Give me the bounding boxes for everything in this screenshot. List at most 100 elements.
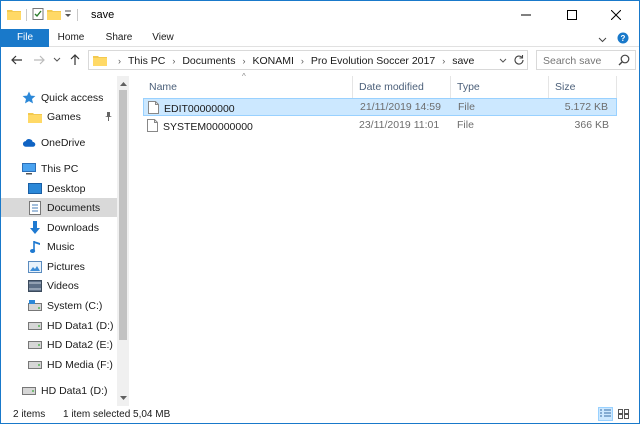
toolbar-separator (26, 9, 27, 21)
star-icon (22, 91, 36, 105)
chevron-right-icon[interactable]: › (242, 56, 245, 66)
back-button[interactable] (9, 52, 25, 68)
nav-item-hd-data1-d[interactable]: HD Data1 (D:) (1, 316, 117, 335)
nav-label: Downloads (47, 221, 99, 234)
properties-icon[interactable] (32, 7, 44, 23)
up-button[interactable] (67, 52, 83, 68)
recent-locations-button[interactable] (49, 52, 65, 68)
nav-label: OneDrive (41, 136, 86, 149)
column-type[interactable]: Type (451, 76, 549, 98)
customize-dropdown-icon[interactable] (64, 9, 72, 22)
minimize-button[interactable] (503, 1, 549, 29)
tab-view[interactable]: View (145, 29, 181, 47)
file-name-cell: EDIT00000000 (148, 101, 235, 117)
toolbar-separator (77, 9, 78, 21)
nav-label: Documents (47, 201, 101, 214)
nav-label: HD Media (F:) (47, 358, 113, 371)
forward-button[interactable] (31, 52, 47, 68)
nav-item-quick-access[interactable]: Quick access (1, 88, 117, 107)
file-icon (148, 101, 159, 117)
desktop-icon (28, 182, 42, 196)
nav-item-hd-data2-e[interactable]: HD Data2 (E:) (1, 335, 117, 354)
nav-item-videos[interactable]: Videos (1, 276, 117, 295)
large-icons-view-button[interactable] (616, 407, 631, 421)
nav-item-documents[interactable]: Documents (1, 198, 117, 217)
tab-home[interactable]: Home (51, 29, 91, 47)
column-date-modified[interactable]: Date modified (353, 76, 451, 98)
nav-label: HD Data1 (D:) (41, 384, 108, 397)
folder-icon (7, 8, 21, 23)
breadcrumb-this-pc[interactable]: This PC (128, 55, 165, 67)
nav-label: Quick access (41, 91, 104, 104)
scrollbar-thumb[interactable] (119, 90, 127, 340)
title-bar: save (1, 1, 639, 29)
drive-icon (28, 319, 42, 333)
folder-icon (28, 110, 42, 124)
nav-item-desktop[interactable]: Desktop (1, 179, 117, 198)
search-box[interactable] (536, 50, 636, 70)
new-folder-icon[interactable] (47, 8, 61, 23)
nav-item-downloads[interactable]: Downloads (1, 218, 117, 237)
breadcrumb-pes-2017[interactable]: Pro Evolution Soccer 2017 (311, 55, 435, 67)
folder-icon (93, 54, 107, 69)
scroll-up-icon[interactable] (119, 78, 127, 88)
expand-ribbon-icon[interactable] (598, 34, 607, 46)
chevron-right-icon[interactable]: › (172, 56, 175, 66)
refresh-icon[interactable] (513, 53, 525, 70)
column-name[interactable]: Name (143, 76, 353, 98)
close-button[interactable] (593, 1, 639, 29)
file-list: ^ Name Date modified Type Size EDIT00000… (137, 72, 637, 406)
breadcrumb-documents[interactable]: Documents (182, 55, 235, 67)
nav-label: System (C:) (47, 299, 103, 312)
tab-file[interactable]: File (1, 29, 49, 47)
nav-label: Pictures (47, 260, 85, 273)
pin-icon (104, 111, 113, 124)
nav-scrollbar[interactable] (117, 76, 129, 406)
nav-item-system-c[interactable]: System (C:) (1, 296, 117, 315)
music-icon (28, 240, 42, 254)
scroll-down-icon[interactable] (119, 393, 127, 403)
download-icon (28, 220, 42, 235)
nav-item-games[interactable]: Games (1, 107, 117, 126)
nav-item-this-pc[interactable]: This PC (1, 159, 117, 178)
file-row[interactable]: EDIT00000000 21/11/2019 14:59 File 5.172… (143, 98, 617, 116)
address-actions (499, 53, 525, 70)
view-switcher (598, 407, 631, 421)
file-date: 21/11/2019 14:59 (360, 101, 441, 113)
nav-item-hd-data1-d-network[interactable]: HD Data1 (D:) (1, 381, 117, 400)
address-bar[interactable]: › This PC › Documents › KONAMI › Pro Evo… (88, 50, 528, 70)
chevron-right-icon[interactable]: › (442, 56, 445, 66)
file-date: 23/11/2019 11:01 (359, 119, 440, 131)
pictures-icon (28, 260, 42, 274)
svg-text:?: ? (621, 34, 626, 43)
maximize-button[interactable] (549, 1, 595, 29)
nav-item-hd-media-f[interactable]: HD Media (F:) (1, 355, 117, 374)
help-icon[interactable]: ? (617, 32, 629, 47)
navigation-pane: Quick access Games OneDrive This PC Desk… (1, 76, 129, 406)
documents-icon (28, 200, 42, 215)
file-size: 5.172 KB (564, 101, 608, 113)
drive-icon (22, 384, 36, 398)
cloud-icon (22, 136, 36, 150)
chevron-right-icon[interactable]: › (301, 56, 304, 66)
search-input[interactable] (543, 54, 613, 67)
nav-item-music[interactable]: Music (1, 237, 117, 256)
file-type: File (457, 119, 474, 131)
breadcrumb-konami[interactable]: KONAMI (252, 55, 293, 67)
chevron-right-icon: › (118, 56, 121, 66)
nav-label: HD Data2 (E:) (47, 338, 113, 351)
status-bar: 2 items 1 item selected 5,04 MB (1, 405, 639, 423)
nav-item-pictures[interactable]: Pictures (1, 257, 117, 276)
details-view-button[interactable] (598, 407, 613, 421)
file-row[interactable]: SYSTEM00000000 23/11/2019 11:01 File 366… (143, 117, 617, 135)
drive-icon (28, 338, 42, 352)
address-row: › This PC › Documents › KONAMI › Pro Evo… (1, 48, 639, 72)
column-size[interactable]: Size (549, 76, 617, 98)
search-icon[interactable] (618, 54, 630, 69)
file-name: EDIT00000000 (164, 103, 235, 115)
breadcrumb-save[interactable]: save (452, 55, 474, 67)
nav-item-onedrive[interactable]: OneDrive (1, 133, 117, 152)
tab-share[interactable]: Share (101, 29, 137, 47)
file-name-cell: SYSTEM00000000 (147, 119, 253, 135)
address-dropdown-icon[interactable] (499, 53, 507, 70)
